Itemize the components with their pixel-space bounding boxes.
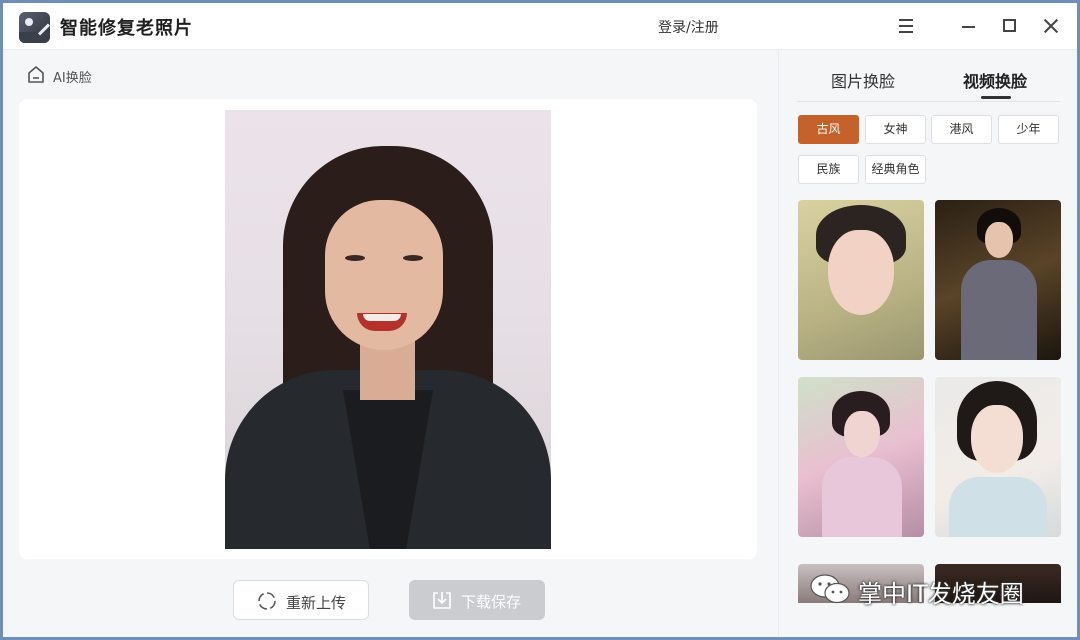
- template-thumbnail[interactable]: [935, 200, 1061, 360]
- category-chip-gufeng[interactable]: 古风: [798, 115, 859, 144]
- active-tab-indicator: [981, 96, 1011, 99]
- wechat-icon: [810, 574, 850, 604]
- tabs-divider: [797, 101, 1060, 102]
- close-icon[interactable]: [1039, 13, 1065, 39]
- home-icon: [28, 66, 44, 83]
- category-chip-shaonian[interactable]: 少年: [998, 115, 1059, 144]
- template-thumbnail[interactable]: [935, 377, 1061, 537]
- tab-image-faceswap[interactable]: 图片换脸: [831, 68, 895, 92]
- category-chip-nvshen[interactable]: 女神: [865, 115, 926, 144]
- login-register-link[interactable]: 登录/注册: [658, 17, 719, 37]
- app-window: 智能修复老照片 登录/注册 AI换脸 重新上传 下载保存 图片换脸 视频换脸 古…: [3, 3, 1077, 637]
- breadcrumb-label: AI换脸: [53, 71, 92, 86]
- template-thumbnail[interactable]: [798, 200, 924, 360]
- tab-video-faceswap[interactable]: 视频换脸: [963, 68, 1027, 92]
- reupload-button[interactable]: 重新上传: [233, 580, 369, 620]
- menu-icon[interactable]: [894, 13, 920, 39]
- download-label: 下载保存: [461, 593, 522, 611]
- category-chip-minzu[interactable]: 民族: [798, 155, 859, 184]
- download-button[interactable]: 下载保存: [409, 580, 545, 620]
- download-icon: [433, 592, 451, 609]
- maximize-icon[interactable]: [997, 13, 1023, 39]
- minimize-icon[interactable]: [956, 13, 982, 39]
- template-sidebar: 图片换脸 视频换脸 古风 女神 港风 少年 民族 经典角色: [778, 50, 1077, 637]
- reupload-label: 重新上传: [286, 594, 347, 612]
- app-logo-icon: [19, 12, 50, 43]
- template-thumbnail[interactable]: [798, 377, 924, 537]
- preview-panel: [19, 99, 757, 559]
- watermark-text: 掌中IT发烧友圈: [858, 580, 1024, 608]
- category-chip-gangfeng[interactable]: 港风: [931, 115, 992, 144]
- title-bar: 智能修复老照片 登录/注册: [3, 3, 1077, 50]
- refresh-icon: [258, 592, 276, 610]
- uploaded-photo: [225, 110, 551, 549]
- category-chip-jingdian[interactable]: 经典角色: [865, 155, 926, 184]
- app-title: 智能修复老照片: [60, 18, 193, 39]
